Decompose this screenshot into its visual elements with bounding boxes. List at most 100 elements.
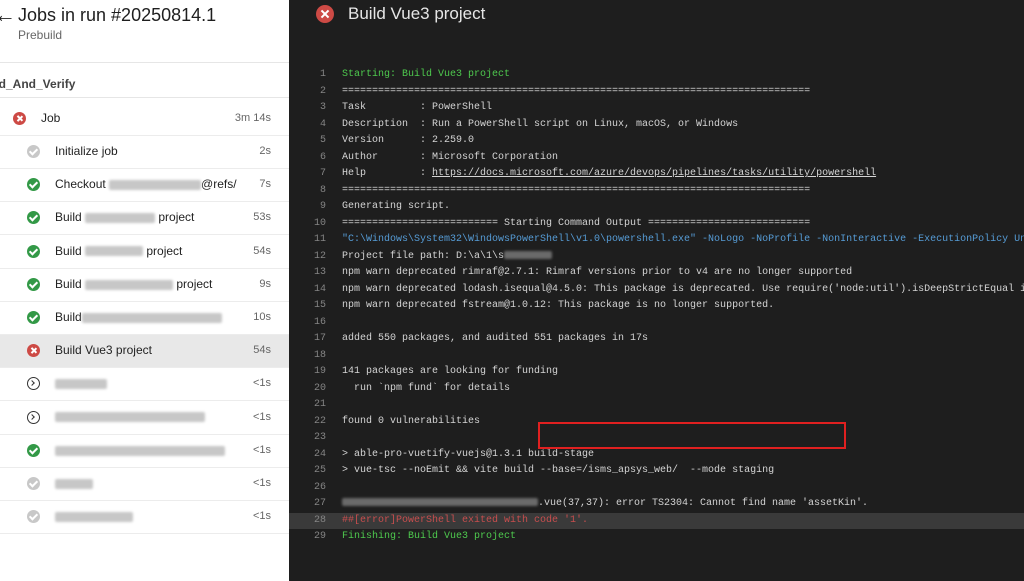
line-text: Help : https://docs.microsoft.com/azure/…	[342, 168, 877, 179]
line-number: 4	[319, 118, 326, 130]
step-duration: 54s	[253, 344, 271, 357]
log-line: 16	[289, 315, 1024, 332]
log-line: 17 added 550 packages, and audited 551 pa…	[289, 331, 1024, 348]
step-duration: 10s	[253, 311, 271, 323]
redacted-text	[55, 412, 205, 423]
line-number: 3	[319, 102, 326, 113]
line-text: ========================================…	[342, 184, 811, 196]
job-duration: 3m 14s	[234, 112, 271, 124]
log-line: 2 =======================================…	[289, 84, 1024, 101]
log-line: 28 ##[error]PowerShell exited with code '…	[289, 512, 1024, 529]
success-icon	[27, 178, 40, 192]
line-number: 26	[313, 481, 326, 493]
log-line: 11 "C:\Windows\System32\WindowsPowerShell…	[289, 232, 1024, 249]
line-number: 11	[313, 234, 326, 245]
line-number: 2	[319, 85, 326, 97]
log-line: 14 npm warn deprecated lodash.isequal@4.5…	[289, 282, 1024, 299]
log-line: 13 npm warn deprecated rimraf@2.7.1: Rimr…	[289, 265, 1024, 282]
line-text: run `npm fund` for details	[342, 382, 511, 394]
line-text: Project file path: D:\a\1\s	[342, 249, 553, 266]
failed-icon	[316, 5, 334, 23]
line-text: Description : Run a PowerShell script on…	[342, 118, 739, 130]
log-line: 3 Task : PowerShell	[289, 100, 1024, 117]
line-number: 29	[313, 531, 326, 542]
log-line: 10 ========================== Starting Co…	[289, 216, 1024, 233]
step-row[interactable]: <1s	[0, 435, 289, 468]
step-row[interactable]: Initialize job 2s	[0, 136, 289, 169]
job-row[interactable]: Job 3m 14s	[0, 103, 289, 136]
log-line: 29 Finishing: Build Vue3 project	[289, 529, 1024, 546]
log-line: 6 Author : Microsoft Corporation	[289, 150, 1024, 167]
line-number: 8	[319, 184, 326, 196]
line-number: 12	[313, 250, 326, 262]
line-text: npm warn deprecated rimraf@2.7.1: Rimraf…	[342, 267, 853, 278]
line-number: 20	[313, 382, 326, 394]
line-text: Finishing: Build Vue3 project	[342, 531, 517, 542]
step-row[interactable]: Build project 53s	[0, 202, 289, 236]
step-row[interactable]: <1s	[0, 368, 289, 402]
step-label	[55, 376, 107, 390]
line-number: 28	[313, 514, 326, 526]
step-duration: <1s	[252, 410, 271, 423]
log-output[interactable]: 1 Starting: Build Vue3 project 2 ==========…	[289, 67, 1024, 546]
redacted-text	[109, 180, 202, 191]
line-text: ##[error]PowerShell exited with code '1'…	[342, 514, 589, 526]
step-label: Build	[55, 310, 222, 324]
step-duration: 53s	[253, 211, 271, 224]
back-arrow-icon[interactable]: ←	[0, 4, 16, 26]
line-number: 15	[313, 300, 326, 311]
step-label: Build project	[55, 210, 195, 225]
header-divider	[0, 62, 289, 63]
pending-icon	[27, 377, 40, 391]
line-text: Version : 2.259.0	[342, 135, 475, 146]
redacted-text	[85, 213, 156, 224]
step-row[interactable]: Build Vue3 project 54s	[0, 335, 289, 369]
step-label: Checkout @refs/	[55, 177, 237, 192]
line-number: 23	[313, 432, 326, 443]
step-row[interactable]: <1s	[0, 468, 289, 501]
success-icon	[27, 277, 40, 291]
skipped-icon	[27, 145, 40, 158]
log-line: 15 npm warn deprecated fstream@1.0.12: Th…	[289, 298, 1024, 315]
step-duration: 2s	[259, 145, 271, 157]
failed-icon	[27, 344, 40, 358]
line-text: ========================== Starting Comm…	[342, 217, 811, 229]
log-panel: Build Vue3 project 1 Starting: Build Vue3…	[289, 0, 1024, 581]
step-row[interactable]: Checkout @refs/7s	[0, 169, 289, 203]
line-number: 14	[313, 283, 326, 295]
step-duration: 9s	[259, 277, 271, 290]
redacted-text	[55, 478, 93, 489]
run-subtitle: Prebuild	[18, 28, 63, 42]
step-row[interactable]: <1s	[0, 501, 289, 535]
step-row[interactable]: <1s	[0, 402, 289, 435]
line-number: 9	[319, 201, 326, 212]
log-line: 19 141 packages are looking for funding	[289, 364, 1024, 381]
line-number: 16	[313, 316, 326, 328]
line-number: 13	[313, 267, 326, 278]
step-duration: <1s	[252, 443, 271, 456]
stage-name: ild_And_Verify	[0, 77, 76, 91]
line-number: 6	[319, 151, 326, 163]
log-line: 7 Help : https://docs.microsoft.com/azure…	[289, 166, 1024, 183]
line-text: ========================================…	[342, 85, 811, 97]
redacted-text	[85, 246, 144, 257]
success-icon	[27, 443, 40, 457]
log-line: 18	[289, 348, 1024, 365]
step-label	[55, 410, 205, 424]
step-label: Build project	[55, 276, 213, 291]
step-row[interactable]: Build project 9s	[0, 269, 289, 302]
skipped-icon	[27, 477, 40, 490]
line-text: Generating script.	[342, 201, 451, 212]
line-number: 19	[313, 366, 326, 377]
step-row[interactable]: Build project 54s	[0, 236, 289, 269]
redacted-text	[55, 379, 107, 390]
failed-icon	[13, 112, 26, 125]
help-link[interactable]: https://docs.microsoft.com/azure/devops/…	[432, 168, 876, 179]
run-title: Jobs in run #20250814.1	[18, 5, 217, 25]
line-text: Starting: Build Vue3 project	[342, 69, 511, 80]
jobs-header: ← Jobs in run #20250814.1 Prebuild	[0, 0, 289, 62]
line-number: 22	[313, 415, 326, 427]
step-label: Build project	[55, 243, 183, 258]
job-label: Job	[41, 111, 61, 125]
step-row[interactable]: Build 10s	[0, 302, 289, 335]
